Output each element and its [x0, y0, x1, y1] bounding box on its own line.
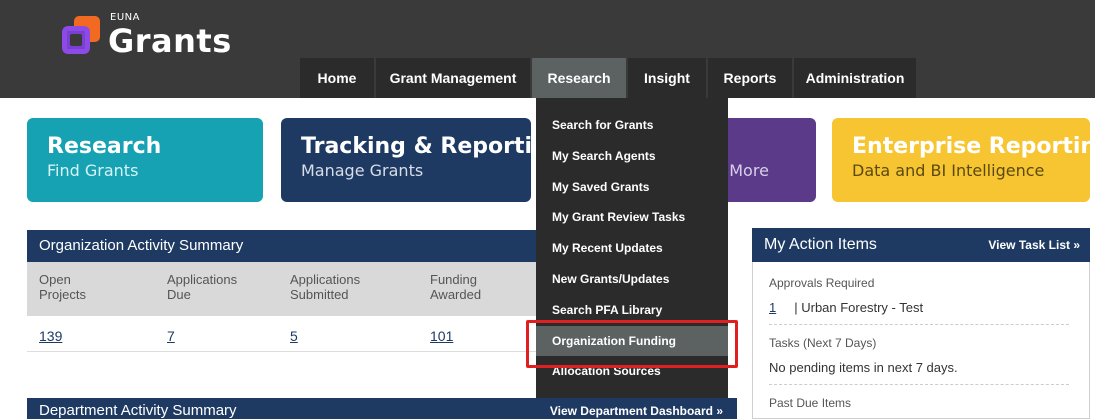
funding-awarded-link[interactable]: 101 — [430, 328, 453, 344]
nav-grant-management[interactable]: Grant Management — [376, 58, 530, 98]
approval-count-link[interactable]: 1 — [769, 300, 776, 315]
tile-enterprise-title: Enterprise Reporting — [852, 134, 1095, 159]
menu-new-grants-updates[interactable]: New Grants/Updates — [536, 264, 728, 295]
approvals-required-label: Approvals Required — [769, 276, 875, 290]
view-task-list-link[interactable]: View Task List » — [988, 228, 1080, 262]
col-funding-awarded: Funding Awarded — [430, 272, 482, 302]
approval-item-text: | Urban Forestry - Test — [794, 300, 924, 315]
applications-due-link[interactable]: 7 — [167, 328, 175, 344]
nav-reports[interactable]: Reports — [708, 58, 792, 98]
org-summary-values: 139 7 5 101 — [27, 318, 542, 352]
tile-research-title: Research — [47, 134, 162, 159]
open-projects-link[interactable]: 139 — [39, 328, 62, 344]
action-items-title: My Action Items — [764, 236, 877, 253]
past-due-items-label: Past Due Items — [769, 396, 852, 410]
tile-tracking-reporting[interactable]: Tracking & Reporting Manage Grants — [281, 118, 564, 202]
nav-research[interactable]: Research — [532, 58, 626, 98]
main-nav: Home Grant Management Research Insight R… — [300, 58, 918, 98]
view-department-dashboard-link[interactable]: View Department Dashboard » — [550, 398, 723, 419]
nav-administration[interactable]: Administration — [794, 58, 916, 98]
org-activity-summary-header: Organization Activity Summary — [27, 230, 542, 262]
menu-my-recent-updates[interactable]: My Recent Updates — [536, 233, 728, 264]
top-bar: EUNA Grants Home Grant Management Resear… — [0, 0, 1095, 98]
tile-enterprise-subtitle: Data and BI Intelligence — [852, 161, 1045, 180]
tile-research-subtitle: Find Grants — [47, 161, 139, 180]
menu-search-for-grants[interactable]: Search for Grants — [536, 110, 728, 141]
tasks-empty-text: No pending items in next 7 days. — [769, 360, 958, 375]
euna-logo-icon — [62, 16, 100, 54]
logo[interactable]: EUNA Grants — [62, 10, 262, 60]
nav-insight[interactable]: Insight — [628, 58, 706, 98]
menu-my-search-agents[interactable]: My Search Agents — [536, 141, 728, 172]
action-items-body: Approvals Required 1 | Urban Forestry - T… — [752, 262, 1090, 419]
org-summary-columns: Open Projects Applications Due Application… — [27, 262, 542, 316]
col-applications-due: Applications Due — [167, 272, 238, 302]
approval-item: 1 | Urban Forestry - Test — [769, 300, 923, 315]
menu-my-grant-review-tasks[interactable]: My Grant Review Tasks — [536, 202, 728, 233]
tile-research[interactable]: Research Find Grants — [27, 118, 263, 202]
divider — [769, 324, 1069, 325]
nav-home[interactable]: Home — [300, 58, 374, 98]
highlight-annotation-box — [526, 320, 738, 368]
dept-activity-title: Department Activity Summary — [39, 402, 237, 419]
col-applications-submitted: Applications Submitted — [290, 272, 361, 302]
tile-tracking-title: Tracking & Reporting — [301, 134, 564, 159]
action-items-header: My Action Items View Task List » — [752, 228, 1090, 262]
applications-submitted-link[interactable]: 5 — [290, 328, 298, 344]
tasks-next-7-days-label: Tasks (Next 7 Days) — [769, 336, 877, 350]
menu-my-saved-grants[interactable]: My Saved Grants — [536, 172, 728, 203]
tile-enterprise-reporting[interactable]: Enterprise Reporting Data and BI Intelli… — [832, 118, 1095, 202]
col-open-projects: Open Projects — [39, 272, 86, 302]
logo-grants-text: Grants — [108, 22, 232, 60]
tile-tracking-subtitle: Manage Grants — [301, 161, 424, 180]
dept-activity-summary-header: Department Activity Summary View Departm… — [27, 398, 737, 419]
divider — [769, 384, 1069, 385]
tile-insight-subtitle: d More — [714, 161, 769, 180]
